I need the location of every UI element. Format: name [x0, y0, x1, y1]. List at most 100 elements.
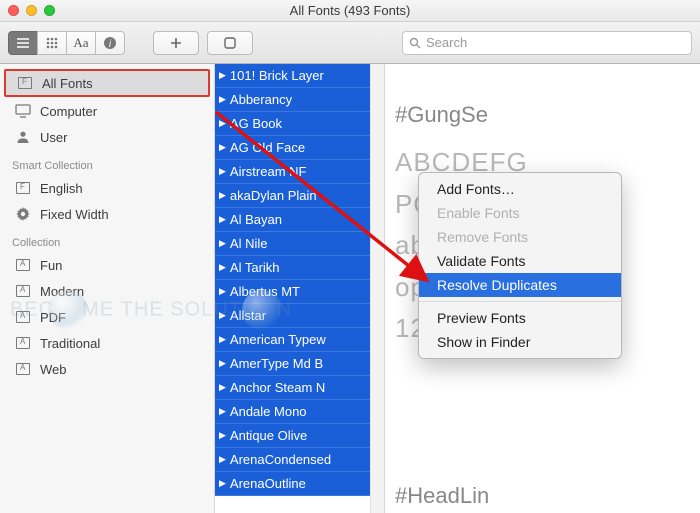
font-name: Al Nile	[230, 236, 268, 251]
grid-icon	[46, 37, 58, 49]
font-row[interactable]: ▶ Andale Mono	[215, 400, 384, 424]
font-row[interactable]: ▶ArenaCondensed	[215, 448, 384, 472]
sidebar: All FontsComputerUser Smart Collection E…	[0, 64, 215, 513]
font-row[interactable]: ▶ Al Nile	[215, 232, 384, 256]
sidebar-header-collection: Collection	[0, 227, 214, 252]
font-name: AG Book	[230, 116, 282, 131]
list-icon	[16, 38, 30, 48]
menu-item-resolve-duplicates[interactable]: Resolve Duplicates	[419, 273, 621, 297]
sidebar-item-label: Fixed Width	[40, 207, 109, 222]
disclosure-triangle-icon: ▶	[219, 166, 226, 177]
font-name: Albertus MT	[230, 284, 300, 299]
font-name: akaDylan Plain	[230, 188, 317, 203]
disclosure-triangle-icon: ▶	[219, 190, 226, 201]
disclosure-triangle-icon: ▶	[219, 214, 226, 225]
close-window-button[interactable]	[8, 5, 19, 16]
disclosure-triangle-icon: ▶	[219, 286, 226, 297]
font-row[interactable]: ▶ AmerType Md B	[215, 352, 384, 376]
minimize-window-button[interactable]	[26, 5, 37, 16]
sidebar-item-traditional[interactable]: Traditional	[0, 330, 214, 356]
font-row[interactable]: ▶ArenaOutline	[215, 472, 384, 496]
a-icon	[14, 361, 32, 377]
menu-item-remove-fonts: Remove Fonts	[419, 225, 621, 249]
menu-separator	[419, 301, 621, 302]
font-name: Antique Olive	[230, 428, 307, 443]
window-title: All Fonts (493 Fonts)	[290, 3, 411, 18]
font-list[interactable]: ▶101! Brick Layer▶Abberancy▶AG Book▶AG O…	[215, 64, 384, 496]
font-row[interactable]: ▶Allstar	[215, 304, 384, 328]
preview-heading-2: #HeadLin	[395, 483, 489, 509]
font-name: 101! Brick Layer	[230, 68, 324, 83]
font-row[interactable]: ▶ Al Tarikh	[215, 256, 384, 280]
disclosure-triangle-icon: ▶	[219, 478, 226, 489]
font-name: Anchor Steam N	[230, 380, 325, 395]
view-info-button[interactable]: i	[95, 31, 125, 55]
font-row[interactable]: ▶American Typew	[215, 328, 384, 352]
sidebar-item-computer[interactable]: Computer	[0, 98, 214, 124]
font-row[interactable]: ▶ AG Book	[215, 112, 384, 136]
view-sample-button[interactable]: Aa	[66, 31, 96, 55]
font-name: Al Bayan	[230, 212, 282, 227]
disclosure-triangle-icon: ▶	[219, 406, 226, 417]
sidebar-item-label: Web	[40, 362, 67, 377]
disclosure-triangle-icon: ▶	[219, 262, 226, 273]
view-list-button[interactable]	[8, 31, 38, 55]
view-mode-segment: Aa i	[8, 31, 125, 55]
sidebar-item-label: Fun	[40, 258, 62, 273]
font-row[interactable]: ▶Abberancy	[215, 88, 384, 112]
menu-item-preview-fonts[interactable]: Preview Fonts	[419, 306, 621, 330]
font-row[interactable]: ▶ 101! Brick Layer	[215, 64, 384, 88]
disclosure-triangle-icon: ▶	[219, 142, 226, 153]
scrollbar[interactable]	[370, 64, 384, 513]
f-icon	[14, 180, 32, 196]
font-row[interactable]: ▶ Antique Olive	[215, 424, 384, 448]
disclosure-triangle-icon: ▶	[219, 94, 226, 105]
a-icon	[14, 309, 32, 325]
disclosure-triangle-icon: ▶	[219, 430, 226, 441]
font-name: AmerType Md B	[230, 356, 323, 371]
a-icon	[14, 283, 32, 299]
f-icon	[16, 75, 34, 91]
font-name: Andale Mono	[230, 404, 307, 419]
font-name: Airstream NF	[230, 164, 307, 179]
disclosure-triangle-icon: ▶	[219, 238, 226, 249]
sidebar-item-modern[interactable]: Modern	[0, 278, 214, 304]
font-row[interactable]: ▶ Anchor Steam N	[215, 376, 384, 400]
font-name: American Typew	[230, 332, 326, 347]
sidebar-item-english[interactable]: English	[0, 175, 214, 201]
sidebar-item-label: User	[40, 130, 67, 145]
disclosure-triangle-icon: ▶	[219, 358, 226, 369]
menu-item-show-in-finder[interactable]: Show in Finder	[419, 330, 621, 354]
sidebar-item-label: English	[40, 181, 83, 196]
font-row[interactable]: ▶ Airstream NF	[215, 160, 384, 184]
add-button[interactable]	[153, 31, 199, 55]
sidebar-item-all-fonts[interactable]: All Fonts	[4, 69, 210, 97]
menu-item-validate-fonts[interactable]: Validate Fonts	[419, 249, 621, 273]
gear-icon	[14, 206, 32, 222]
disclosure-triangle-icon: ▶	[219, 118, 226, 129]
sidebar-item-web[interactable]: Web	[0, 356, 214, 382]
view-grid-button[interactable]	[37, 31, 67, 55]
toggle-button[interactable]	[207, 31, 253, 55]
preview-heading-1: #GungSe	[395, 102, 700, 128]
font-name: Al Tarikh	[230, 260, 280, 275]
sidebar-item-fun[interactable]: Fun	[0, 252, 214, 278]
font-name: AG Old Face	[230, 140, 305, 155]
font-row[interactable]: ▶ Al Bayan	[215, 208, 384, 232]
search-field[interactable]: Search	[402, 31, 692, 55]
menu-item-enable-fonts: Enable Fonts	[419, 201, 621, 225]
sidebar-item-fixed-width[interactable]: Fixed Width	[0, 201, 214, 227]
sidebar-item-user[interactable]: User	[0, 124, 214, 150]
search-icon	[409, 37, 421, 49]
sidebar-item-label: All Fonts	[42, 76, 93, 91]
font-row[interactable]: ▶ AG Old Face	[215, 136, 384, 160]
disclosure-triangle-icon: ▶	[219, 70, 226, 81]
disclosure-triangle-icon: ▶	[219, 382, 226, 393]
font-row[interactable]: ▶ akaDylan Plain	[215, 184, 384, 208]
sidebar-item-label: Computer	[40, 104, 97, 119]
zoom-window-button[interactable]	[44, 5, 55, 16]
font-name: ArenaCondensed	[230, 452, 331, 467]
sidebar-item-pdf[interactable]: PDF	[0, 304, 214, 330]
font-row[interactable]: ▶ Albertus MT	[215, 280, 384, 304]
menu-item-add-fonts[interactable]: Add Fonts…	[419, 177, 621, 201]
